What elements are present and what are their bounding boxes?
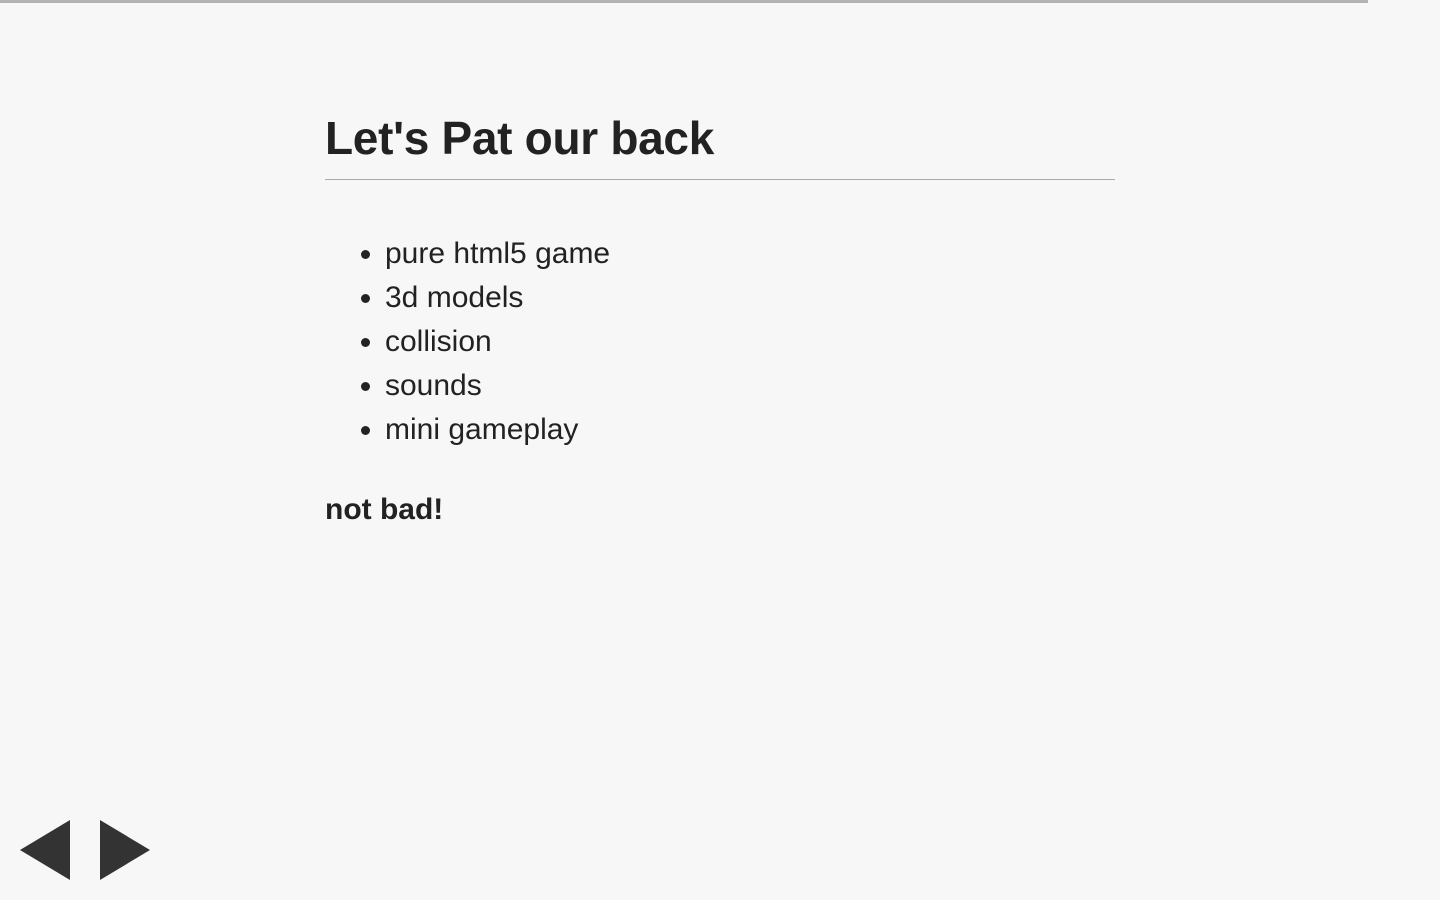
list-item: 3d models — [385, 276, 1115, 320]
previous-slide-button[interactable] — [20, 820, 70, 880]
list-item: pure html5 game — [385, 232, 1115, 276]
bullet-list: pure html5 game 3d models collision soun… — [325, 232, 1115, 452]
triangle-left-icon — [20, 820, 70, 880]
slide: Let's Pat our back pure html5 game 3d mo… — [325, 108, 1115, 530]
progress-bar — [0, 0, 1440, 3]
closing-note: not bad! — [325, 493, 444, 526]
progress-bar-fill — [0, 0, 1368, 3]
slide-navigation — [20, 820, 150, 880]
next-slide-button[interactable] — [100, 820, 150, 880]
list-item: mini gameplay — [385, 408, 1115, 452]
list-item: collision — [385, 320, 1115, 364]
list-item: sounds — [385, 364, 1115, 408]
triangle-right-icon — [100, 820, 150, 880]
slide-title: Let's Pat our back — [325, 108, 1115, 180]
